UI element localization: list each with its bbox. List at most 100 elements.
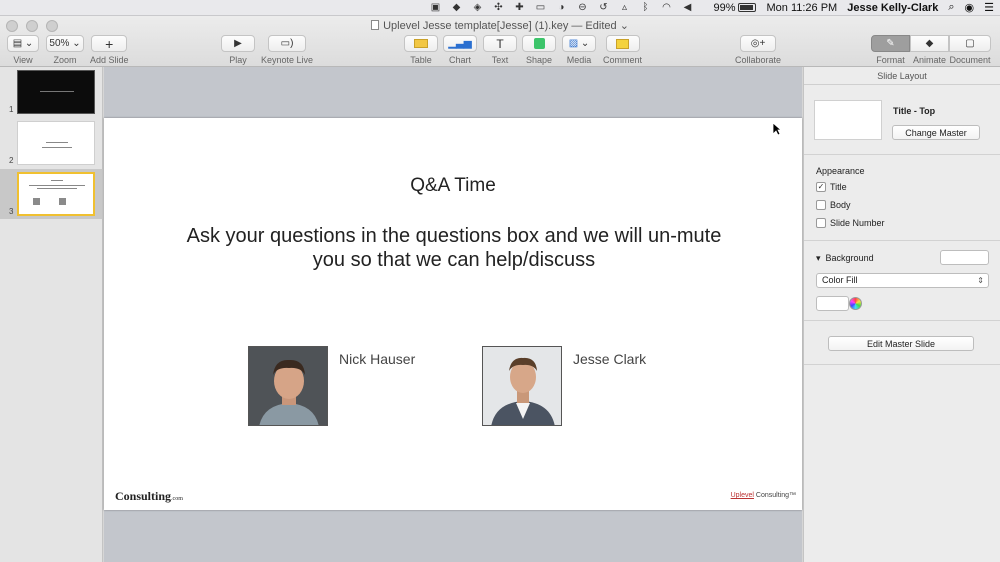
window-title-text[interactable]: Uplevel Jesse template[Jesse] (1).key — … [383, 20, 617, 32]
view-button[interactable]: ▤ ⌄ [7, 35, 39, 52]
zoom-select[interactable]: 50% ⌄ [46, 35, 84, 52]
background-color-preview[interactable] [940, 250, 989, 265]
add-slide-button[interactable]: + [91, 35, 128, 52]
play-icon: ▶ [234, 38, 242, 49]
media-icon: ▨ [568, 38, 579, 49]
view-control[interactable]: ▤ ⌄ View [7, 35, 39, 65]
current-slide[interactable]: Q&A Time Ask your questions in the quest… [104, 118, 802, 510]
comment-control[interactable]: Comment [603, 35, 642, 65]
chevron-down-icon[interactable]: ⌄ [620, 20, 629, 32]
chart-button[interactable]: ▁▃▅ [443, 35, 477, 52]
notification-icon[interactable]: ◈ [471, 2, 483, 13]
play-control[interactable]: ▶ Play [221, 35, 255, 65]
table-control[interactable]: Table [404, 35, 438, 65]
slide-number: 3 [9, 207, 14, 216]
slide-thumbnail-3[interactable]: 3 [0, 169, 103, 219]
fill-type-select[interactable]: Color Fill ⇕ [816, 273, 989, 288]
body-checkbox-row[interactable]: Body [816, 200, 851, 210]
slide-preview [17, 121, 95, 165]
speedometer-icon[interactable]: ◑ [555, 2, 567, 13]
document-icon [371, 20, 380, 30]
text-button[interactable]: T [483, 35, 517, 52]
siri-icon[interactable]: ◉ [965, 1, 975, 14]
color-wheel-icon[interactable] [849, 297, 862, 310]
comment-button[interactable] [605, 35, 640, 52]
shape-control[interactable]: Shape [522, 35, 556, 65]
title-checkbox-row[interactable]: ✓ Title [816, 182, 847, 192]
thumb-text-line [40, 91, 74, 92]
volume-icon[interactable]: ◀ [681, 2, 693, 13]
slide-body[interactable]: Ask your questions in the questions box … [184, 224, 724, 272]
collaborate-button[interactable]: ◎+ [740, 35, 777, 52]
slide-canvas[interactable]: Q&A Time Ask your questions in the quest… [104, 67, 802, 562]
time-machine-icon[interactable]: ↺ [597, 2, 609, 13]
notification-center-icon[interactable]: ☰ [984, 1, 994, 14]
document-button[interactable]: ▢ [949, 35, 991, 52]
chart-control[interactable]: ▁▃▅ Chart [443, 35, 477, 65]
slide-number: 1 [9, 105, 14, 114]
spotlight-icon[interactable]: ⌕ [948, 1, 954, 14]
keynote-live-button[interactable]: ▭) [268, 35, 307, 52]
format-control[interactable]: ✎ Format [871, 35, 910, 65]
slide-number-checkbox[interactable] [816, 218, 826, 228]
footer-brand-name: Uplevel [730, 492, 754, 499]
body-checkbox[interactable] [816, 200, 826, 210]
slide-thumbnail-2[interactable]: 2 [0, 118, 103, 168]
dropbox-icon[interactable]: ✣ [492, 2, 504, 13]
clock[interactable]: Mon 11:26 PM [766, 2, 837, 14]
color-well[interactable] [816, 296, 849, 311]
format-button[interactable]: ✎ [871, 35, 910, 52]
media-button[interactable]: ▨ ⌄ [562, 35, 596, 52]
master-name: Title - Top [893, 106, 936, 116]
divider [804, 320, 1000, 321]
background-section[interactable]: ▾ Background [816, 253, 874, 264]
title-checkbox[interactable]: ✓ [816, 182, 826, 192]
status-icons: ▣ ◆ ◈ ✣ ✚ ▭ ◑ ⊖ ↺ ▵ ᛒ ◠ ◀ [429, 2, 693, 13]
play-button[interactable]: ▶ [221, 35, 255, 52]
airplay-icon[interactable]: ▵ [618, 2, 630, 13]
change-master-button[interactable]: Change Master [892, 125, 980, 140]
menu-bar: ▣ ◆ ◈ ✣ ✚ ▭ ◑ ⊖ ↺ ▵ ᛒ ◠ ◀ 99% Mon 11:26 … [0, 0, 1000, 16]
body-checkbox-label: Body [830, 200, 851, 210]
paintbrush-icon: ✎ [886, 38, 895, 49]
person-photo-jesse[interactable] [482, 346, 562, 426]
thumb-text-line [42, 147, 72, 148]
edit-master-slide-button[interactable]: Edit Master Slide [828, 336, 974, 351]
person-name-jesse[interactable]: Jesse Clark [573, 351, 646, 367]
disclosure-triangle-icon[interactable]: ▾ [816, 253, 821, 263]
slide-number-checkbox-row[interactable]: Slide Number [816, 218, 885, 228]
media-control[interactable]: ▨ ⌄ Media [562, 35, 596, 65]
battery-percent[interactable]: 99% [713, 2, 735, 14]
add-slide-control[interactable]: + Add Slide [90, 35, 129, 65]
no-entry-icon[interactable]: ⊖ [576, 2, 588, 13]
text-control[interactable]: T Text [483, 35, 517, 65]
battery-icon[interactable] [738, 3, 757, 12]
shape-button[interactable] [522, 35, 556, 52]
slide-title[interactable]: Q&A Time [104, 175, 802, 197]
wifi-icon[interactable]: ◠ [660, 2, 672, 13]
zoom-control[interactable]: 50% ⌄ Zoom [46, 35, 84, 65]
shape-icon [533, 38, 545, 49]
document-control[interactable]: ▢ Document [949, 35, 991, 65]
bluetooth-icon[interactable]: ᛒ [639, 2, 651, 13]
collaborate-control[interactable]: ◎+ Collaborate [735, 35, 781, 65]
person-name-nick[interactable]: Nick Hauser [339, 351, 415, 367]
keynote-live-control[interactable]: ▭) Keynote Live [261, 35, 313, 65]
app-icon[interactable]: ▣ [429, 2, 441, 13]
title-checkbox-label: Title [830, 182, 847, 192]
evernote-icon[interactable]: ◆ [450, 2, 462, 13]
play-label: Play [229, 55, 247, 65]
plus-icon[interactable]: ✚ [513, 2, 525, 13]
animate-control[interactable]: ◆ Animate [910, 35, 949, 65]
person-photo-nick[interactable] [248, 346, 328, 426]
fill-type-value: Color Fill [822, 275, 858, 285]
animate-button[interactable]: ◆ [910, 35, 949, 52]
user-name[interactable]: Jesse Kelly-Clark [847, 2, 938, 14]
thumb-text-line [51, 180, 63, 181]
monitor-icon[interactable]: ▭ [534, 2, 546, 13]
slide-thumbnail-1[interactable]: 1 [0, 67, 103, 117]
inspector-panel: Slide Layout Title - Top Change Master A… [803, 67, 1000, 562]
table-button[interactable] [404, 35, 438, 52]
master-thumbnail[interactable] [814, 100, 882, 140]
footer-brand-rest: Consulting™ [753, 492, 796, 499]
